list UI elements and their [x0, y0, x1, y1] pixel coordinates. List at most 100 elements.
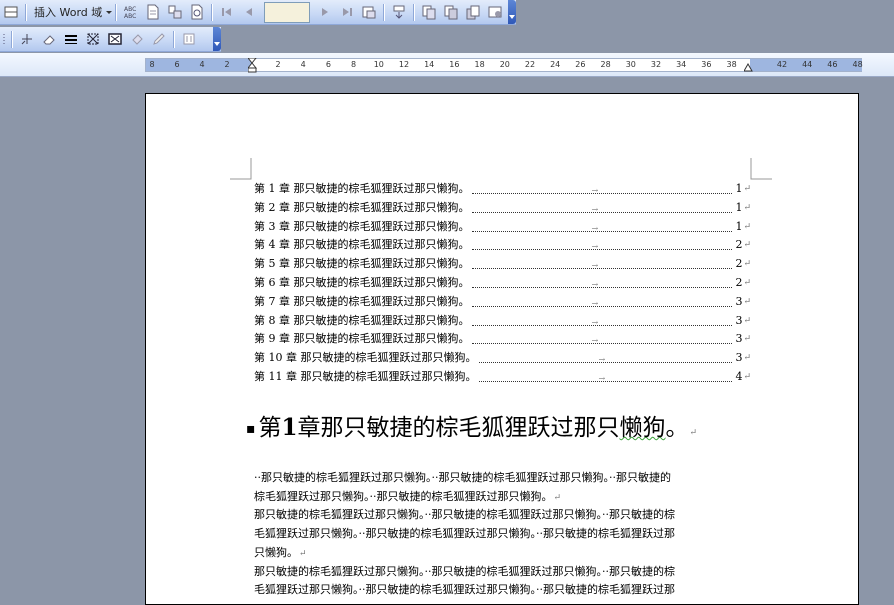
first-line-indent-marker[interactable]: [246, 57, 258, 76]
borders-icon[interactable]: [85, 31, 101, 47]
tab-arrow: →: [591, 204, 599, 214]
grid-icon[interactable]: [3, 4, 19, 20]
toc-entry-title: 第 2 章 那只敏捷的棕毛狐狸跃过那只懒狗。: [254, 200, 470, 214]
body-line-text: 毛狐狸跃过那只懒狗。··那只敏捷的棕毛狐狸跃过那只懒狗。··那只敏捷的棕毛狐狸跃…: [254, 527, 675, 541]
header-footer-toolbar: 插入 Word 域 ABC ABC: [0, 0, 516, 25]
link-to-previous-icon[interactable]: [421, 4, 437, 20]
body-line-text: ··那只敏捷的棕毛狐狸跃过那只懒狗。··那只敏捷的棕毛狐狸跃过那只懒狗。··那只…: [254, 471, 671, 484]
toc-entry-page: 1: [735, 200, 743, 214]
toc-entry[interactable]: 第 8 章 那只敏捷的棕毛狐狸跃过那只懒狗。 → 3 ↵: [254, 312, 751, 330]
toc-leader: →: [478, 372, 733, 383]
toc-entry-page: 1: [735, 219, 743, 233]
ruler-label: 2: [224, 60, 230, 69]
paragraph-mark: ↵: [743, 372, 751, 382]
tab-arrow: →: [591, 186, 599, 195]
body-line: 棕毛狐狸跃过那只懒狗。··那只敏捷的棕毛狐狸跃过那只懒狗。↵: [254, 488, 754, 506]
previous-page-icon[interactable]: [241, 4, 257, 20]
ruler-label: 28: [600, 60, 611, 69]
show-next-icon[interactable]: [465, 4, 481, 20]
ruler-label: 34: [676, 60, 687, 69]
toc-leader: →: [471, 316, 733, 327]
toc-leader: →: [471, 203, 733, 214]
paragraph-mark: ↵: [743, 278, 751, 288]
toc-entry[interactable]: 第 5 章 那只敏捷的棕毛狐狸跃过那只懒狗。 → 2 ↵: [254, 255, 751, 273]
horizontal-ruler[interactable]: 8642 2 4 6 8 10 12 14 16 18 20 22 24 26 28 30 32 34 36 38 4…: [145, 57, 863, 75]
drawing-toolbar: [0, 27, 221, 52]
body-line-text: 只懒狗。: [254, 545, 298, 559]
text-direction-icon[interactable]: [181, 31, 197, 47]
toolbar-options-icon[interactable]: [508, 0, 516, 24]
show-previous-icon[interactable]: [443, 4, 459, 20]
shading-icon[interactable]: [107, 31, 123, 47]
paragraph-mark: ↵: [743, 353, 751, 364]
toc-entry[interactable]: 第 1 章 那只敏捷的棕毛狐狸跃过那只懒狗。 → 1 ↵: [254, 180, 751, 198]
page-count-icon[interactable]: [167, 4, 183, 20]
paragraph-mark: ↵: [743, 240, 751, 251]
first-page-icon[interactable]: [219, 4, 235, 20]
ruler-label: 10: [373, 60, 384, 69]
toc-entry-title: 第 4 章 那只敏捷的棕毛狐狸跃过那只懒狗。: [254, 238, 470, 252]
paragraph-mark: ↵: [743, 296, 751, 307]
toolbar-grip-icon: [2, 31, 6, 47]
format-page-number-icon[interactable]: [189, 4, 205, 20]
toc-entry-title: 第 10 章 那只敏捷的棕毛狐狸跃过那只懒狗。: [254, 351, 477, 365]
toc-entry[interactable]: 第 3 章 那只敏捷的棕毛狐狸跃过那只懒狗。 → 1 ↵: [254, 218, 751, 236]
ruler-label: 44: [802, 60, 813, 69]
toc-entry[interactable]: 第 9 章 那只敏捷的棕毛狐狸跃过那只懒狗。 → 3 ↵: [254, 330, 751, 348]
toc-entry[interactable]: 第 6 章 那只敏捷的棕毛狐狸跃过那只懒狗。 → 2 ↵: [254, 274, 751, 292]
paragraph-mark: ↵: [743, 315, 751, 326]
toolbar-separator: [211, 3, 214, 21]
ruler-label: 2: [275, 60, 281, 69]
last-page-icon[interactable]: [339, 4, 355, 20]
toc-entry-title: 第 9 章 那只敏捷的棕毛狐狸跃过那只懒狗。: [254, 332, 470, 346]
fill-color-icon[interactable]: [129, 31, 145, 47]
page-setup-icon[interactable]: [487, 4, 503, 20]
page-number-icon[interactable]: [145, 4, 161, 20]
toc-entry-title: 第 8 章 那只敏捷的棕毛狐狸跃过那只懒狗。: [254, 313, 470, 327]
toc-entry-title: 第 1 章 那只敏捷的棕毛狐狸跃过那只懒狗。: [254, 182, 470, 195]
toc-leader: →: [471, 184, 733, 195]
tab-arrow: →: [591, 280, 599, 289]
ruler-label: 48: [852, 60, 863, 69]
page-number-input[interactable]: [264, 1, 311, 23]
toolbar-separator: [383, 3, 386, 21]
paragraph-mark: ↵: [743, 184, 751, 194]
insert-word-field-button[interactable]: 插入 Word 域: [34, 4, 102, 20]
toc-entry[interactable]: 第 10 章 那只敏捷的棕毛狐狸跃过那只懒狗。 → 3 ↵: [254, 349, 751, 367]
draw-table-icon[interactable]: [19, 31, 35, 47]
tab-arrow: →: [598, 355, 606, 365]
next-page-icon[interactable]: [317, 4, 333, 20]
paragraph-mark: ↵: [743, 334, 751, 345]
tab-arrow: →: [591, 317, 599, 327]
toc-entry-title: 第 6 章 那只敏捷的棕毛狐狸跃过那只懒狗。: [254, 276, 470, 289]
toc-entry[interactable]: 第 4 章 那只敏捷的棕毛狐狸跃过那只懒狗。 → 2 ↵: [254, 236, 751, 254]
ruler-label: 30: [625, 60, 636, 69]
pencil-icon[interactable]: [151, 31, 167, 47]
ruler-label: 8: [351, 60, 357, 69]
toolbar-separator: [25, 3, 27, 21]
show-hide-text-icon[interactable]: [361, 4, 377, 20]
chapter-heading[interactable]: ▪ 第1章那只敏捷的棕毛狐狸跃过那只懒狗。↵: [246, 412, 786, 449]
right-indent-marker[interactable]: [743, 62, 753, 75]
chevron-down-icon[interactable]: [106, 4, 113, 20]
paw-logo-icon: [753, 504, 788, 539]
ruler-label: 36: [701, 60, 712, 69]
tab-arrow: →: [591, 223, 599, 233]
switch-header-footer-icon[interactable]: [391, 4, 407, 20]
watermark-url: jingyan.baidu.com: [761, 552, 845, 562]
body-line: 毛狐狸跃过那只懒狗。··那只敏捷的棕毛狐狸跃过那只懒狗。··那只敏捷的棕毛狐狸跃…: [254, 581, 754, 599]
insert-autotext-icon[interactable]: ABC ABC: [123, 4, 139, 20]
eraser-icon[interactable]: [41, 31, 57, 47]
toc-entry-page: 3: [735, 294, 743, 308]
toolbar-options-icon[interactable]: [213, 27, 221, 51]
toc-entry[interactable]: 第 11 章 那只敏捷的棕毛狐狸跃过那只懒狗。 → 4 ↵: [254, 368, 751, 386]
toc-entry[interactable]: 第 2 章 那只敏捷的棕毛狐狸跃过那只懒狗。 → 1 ↵: [254, 199, 751, 217]
toc-entry[interactable]: 第 7 章 那只敏捷的棕毛狐狸跃过那只懒狗。 → 3 ↵: [254, 293, 751, 311]
line-style-icon[interactable]: [63, 31, 79, 47]
ruler-label: 16: [449, 60, 460, 69]
tab-arrow: →: [591, 336, 599, 346]
ruler-label: 46: [827, 60, 838, 69]
toc-leader: →: [471, 278, 733, 289]
toc-leader: →: [471, 259, 733, 270]
tab-arrow: →: [598, 374, 606, 383]
